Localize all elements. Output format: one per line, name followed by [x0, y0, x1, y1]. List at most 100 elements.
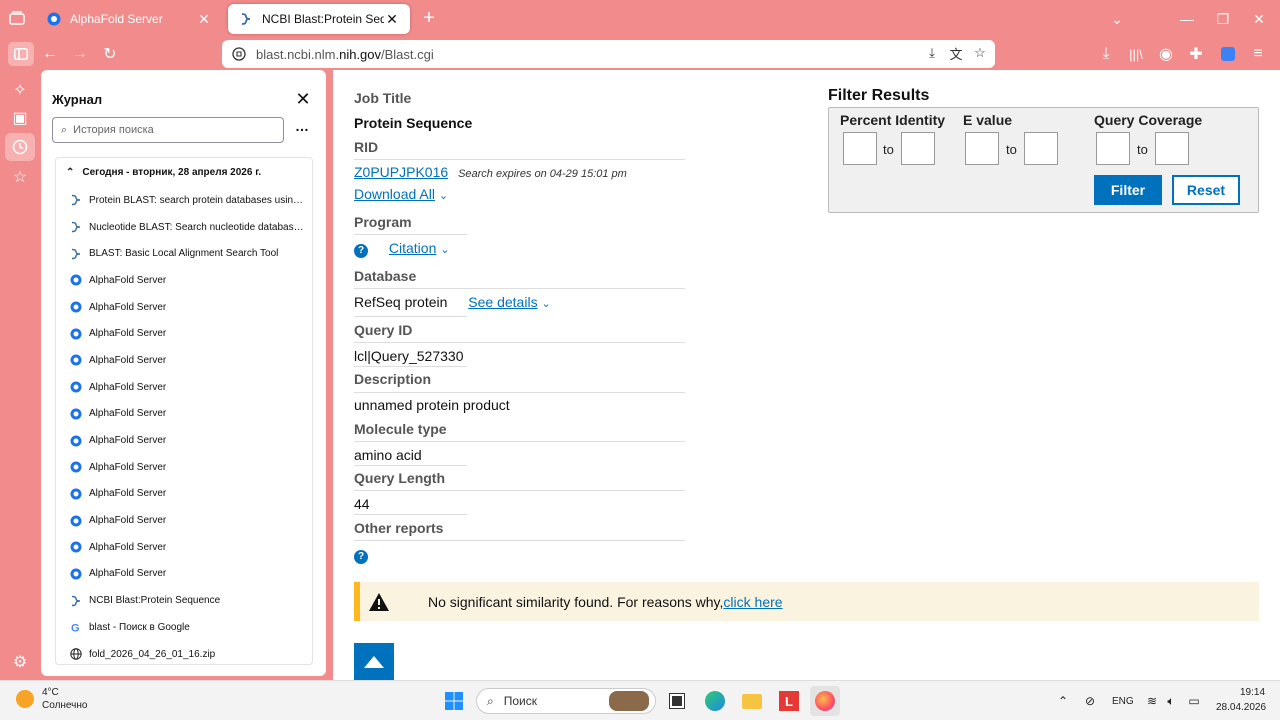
back-to-top-button[interactable] [354, 643, 394, 680]
ncbi-icon [70, 221, 82, 233]
history-item[interactable]: AlphaFold Server [56, 374, 312, 401]
more-options-icon[interactable]: … [293, 119, 311, 137]
history-item[interactable]: AlphaFold Server [56, 561, 312, 588]
history-item[interactable]: AlphaFold Server [56, 534, 312, 561]
history-clock-icon[interactable] [5, 133, 35, 161]
close-window-button[interactable]: ✕ [1248, 8, 1270, 30]
see-details-link[interactable]: See details [468, 294, 537, 310]
volume-icon[interactable]: 🔈︎ [1163, 693, 1179, 709]
history-item[interactable]: AlphaFold Server [56, 427, 312, 454]
e-value-max-input[interactable] [1024, 132, 1058, 165]
account-icon[interactable]: ◉ [1154, 42, 1178, 66]
tab-overflow-chevron-icon[interactable]: ⌄ [1106, 8, 1128, 30]
query-coverage-max-input[interactable] [1155, 132, 1189, 165]
program-row: ? Citation ⌄ [354, 240, 449, 258]
ai-chatbot-icon[interactable]: ✧ [10, 80, 30, 100]
show-hidden-icons-chevron-icon[interactable]: ⌃ [1055, 693, 1071, 709]
extensions-icon[interactable]: ✚ [1184, 42, 1208, 66]
taskbar-search-input[interactable]: ⌕ Поиск [476, 688, 656, 714]
history-item[interactable]: Protein BLAST: search protein databases … [56, 187, 312, 214]
rid-link[interactable]: Z0PUPJPK016 [354, 164, 448, 180]
history-item[interactable]: Nucleotide BLAST: Search nucleotide data… [56, 214, 312, 241]
e-value-min-input[interactable] [965, 132, 999, 165]
history-item[interactable]: AlphaFold Server [56, 401, 312, 428]
new-tab-button[interactable]: + [418, 8, 440, 30]
battery-icon[interactable]: ▭ [1186, 693, 1202, 709]
library-icon[interactable]: |||\ [1124, 42, 1148, 66]
back-arrow-icon[interactable]: ← [38, 42, 62, 66]
network-status-icon[interactable]: ⊘ [1082, 693, 1098, 709]
forward-arrow-icon[interactable]: → [68, 42, 92, 66]
minimize-button[interactable]: — [1176, 8, 1198, 30]
history-item[interactable]: Gblast - Поиск в Google [56, 614, 312, 641]
sidebar-toggle-icon[interactable] [8, 42, 34, 66]
bookmarks-star-icon[interactable]: ☆ [10, 167, 30, 187]
synced-tabs-icon[interactable]: ▣ [10, 108, 30, 128]
history-item[interactable]: AlphaFold Server [56, 320, 312, 347]
history-item[interactable]: fold_2026_04_26_01_16.zip [56, 641, 312, 664]
sidebar-settings-gear-icon[interactable]: ⚙ [10, 652, 30, 672]
divider [354, 465, 467, 466]
history-item[interactable]: NCBI Blast:Protein Sequence [56, 587, 312, 614]
tab-list-icon[interactable] [6, 8, 28, 28]
close-tab-icon[interactable]: ✕ [384, 11, 400, 27]
url-bar[interactable]: blast.ncbi.nlm.nih.gov/Blast.cgi ⤓ 文 ☆ [222, 40, 995, 68]
bookmark-star-icon[interactable]: ☆ [971, 44, 989, 62]
wifi-icon[interactable]: ≋ [1144, 693, 1160, 709]
percent-identity-max-input[interactable] [901, 132, 935, 165]
reset-button[interactable]: Reset [1172, 175, 1240, 205]
history-item[interactable]: AlphaFold Server [56, 507, 312, 534]
extension-badge-icon[interactable] [1216, 42, 1240, 66]
history-search-input[interactable]: ⌕ История поиска [52, 117, 284, 143]
downloads-icon[interactable]: ⤓ [1094, 42, 1118, 66]
app-l-icon[interactable]: L [776, 688, 802, 714]
filter-button[interactable]: Filter [1094, 175, 1162, 205]
sun-icon [16, 690, 34, 708]
alphafold-icon [70, 274, 82, 286]
chevron-up-icon: ⌃ [66, 167, 75, 178]
help-icon[interactable]: ? [354, 549, 368, 564]
click-here-link[interactable]: click here [723, 594, 782, 610]
site-info-icon[interactable] [230, 45, 248, 63]
citation-link[interactable]: Citation [389, 240, 436, 256]
reload-icon[interactable]: ↻ [98, 42, 122, 66]
edge-browser-icon[interactable] [702, 688, 728, 714]
history-item[interactable]: BLAST: Basic Local Alignment Search Tool [56, 240, 312, 267]
restore-button[interactable]: ❐ [1212, 8, 1234, 30]
close-icon[interactable]: ✕ [294, 90, 312, 108]
rid-label: RID [354, 139, 379, 155]
database-label: Database [354, 268, 417, 284]
clock-time[interactable]: 19:14 [1240, 687, 1265, 698]
history-item[interactable]: AlphaFold Server [56, 267, 312, 294]
percent-identity-min-input[interactable] [843, 132, 877, 165]
close-tab-icon[interactable]: ✕ [196, 11, 212, 27]
ncbi-icon [70, 248, 82, 260]
firefox-icon[interactable] [810, 686, 840, 716]
tab-alphafold[interactable]: AlphaFold Server ✕ [36, 4, 222, 34]
task-view-icon[interactable] [664, 688, 690, 714]
description-value: unnamed protein product [354, 397, 510, 413]
divider [354, 540, 685, 541]
download-page-icon[interactable]: ⤓ [923, 44, 941, 62]
database-row: RefSeq protein See details ⌄ [354, 294, 551, 310]
windows-start-icon[interactable] [441, 688, 467, 714]
clock-date[interactable]: 28.04.2026 [1216, 702, 1266, 713]
rid-expiry: Search expires on 04-29 15:01 pm [458, 168, 627, 180]
history-item-label: AlphaFold Server [89, 435, 167, 447]
alphafold-icon [70, 541, 82, 553]
history-item[interactable]: AlphaFold Server [56, 454, 312, 481]
translate-icon[interactable]: 文 [947, 44, 965, 62]
menu-icon[interactable]: ≡ [1246, 42, 1270, 66]
tab-ncbi-blast[interactable]: NCBI Blast:Protein Sequence ✕ [228, 4, 410, 34]
history-item[interactable]: AlphaFold Server [56, 294, 312, 321]
history-group-today[interactable]: ⌃ Сегодня - вторник, 28 апреля 2026 г. [56, 158, 312, 187]
weather-widget[interactable]: 4°C Солнечно [16, 686, 87, 712]
help-icon[interactable]: ? [354, 243, 368, 258]
history-item[interactable]: AlphaFold Server [56, 347, 312, 374]
history-item[interactable]: AlphaFold Server [56, 481, 312, 508]
file-explorer-icon[interactable] [739, 688, 765, 714]
language-indicator[interactable]: ENG [1112, 696, 1134, 707]
tab-title: AlphaFold Server [70, 12, 163, 26]
query-coverage-min-input[interactable] [1096, 132, 1130, 165]
download-all-dropdown[interactable]: Download All ⌄ [354, 186, 448, 202]
